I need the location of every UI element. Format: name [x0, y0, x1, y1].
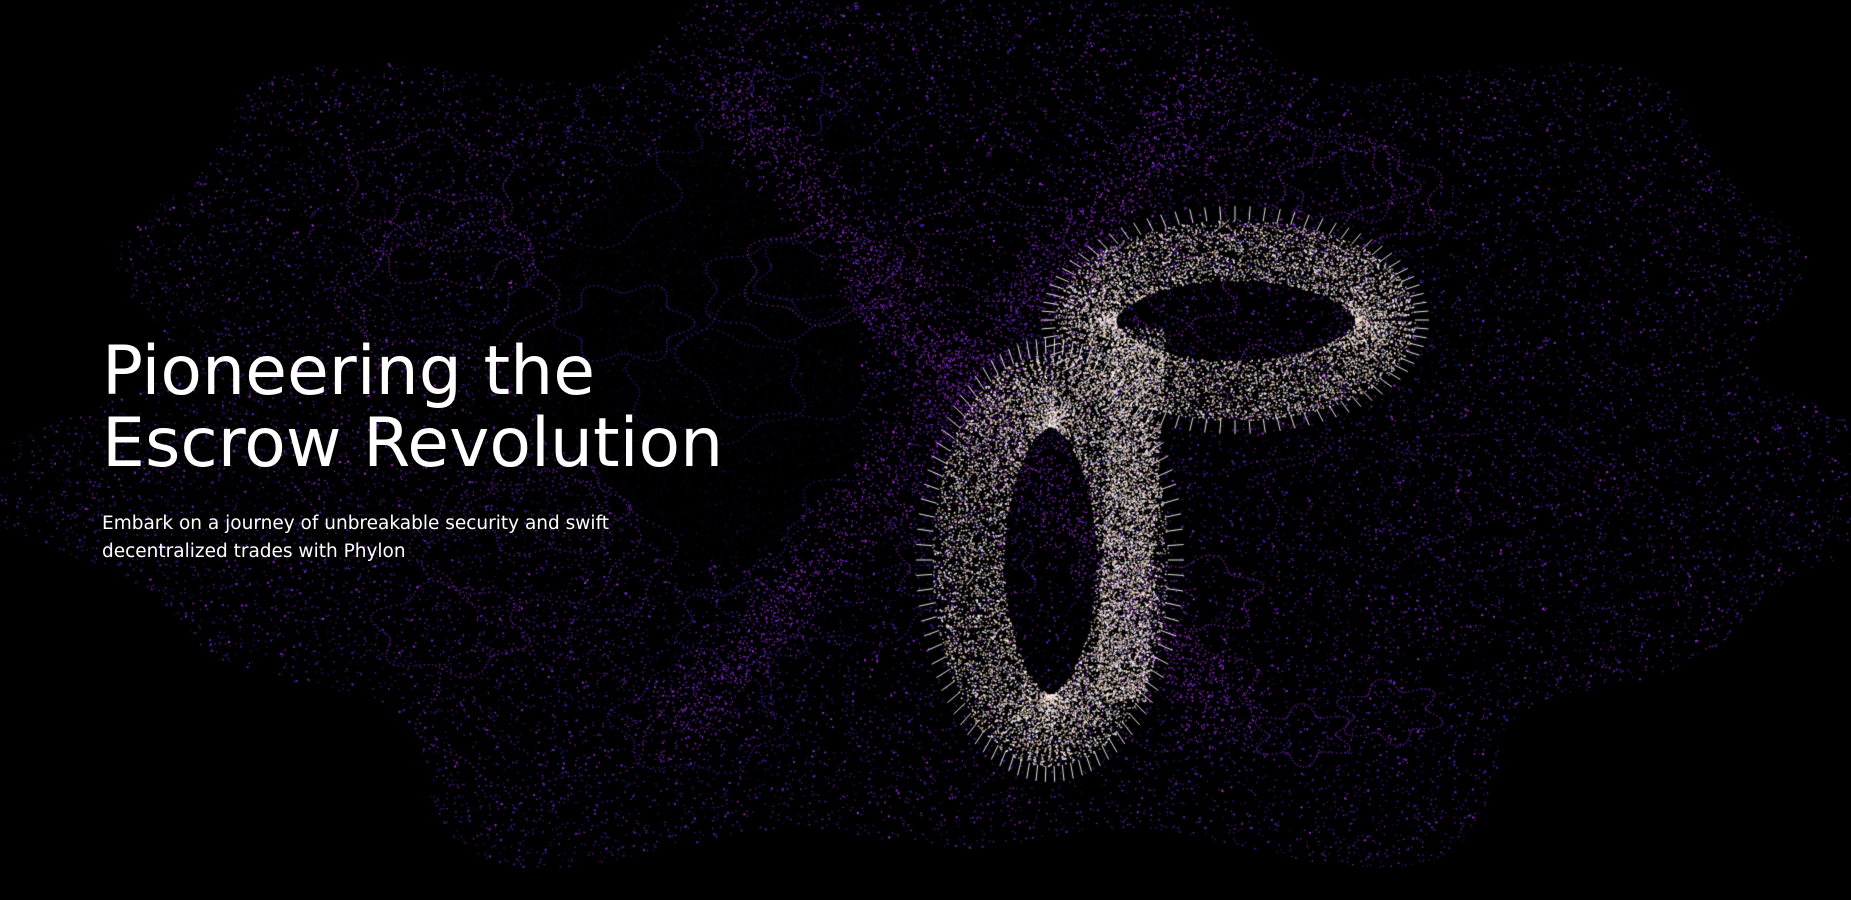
hero-title-line-1: Pioneering the: [102, 332, 596, 411]
hero-title: Pioneering the Escrow Revolution: [102, 336, 802, 480]
hero-title-line-2: Escrow Revolution: [102, 404, 724, 483]
hero-subtitle: Embark on a journey of unbreakable secur…: [102, 513, 610, 562]
hero-text: Pioneering the Escrow Revolution Embark …: [102, 336, 802, 566]
hero-section: Pioneering the Escrow Revolution Embark …: [0, 0, 1851, 900]
